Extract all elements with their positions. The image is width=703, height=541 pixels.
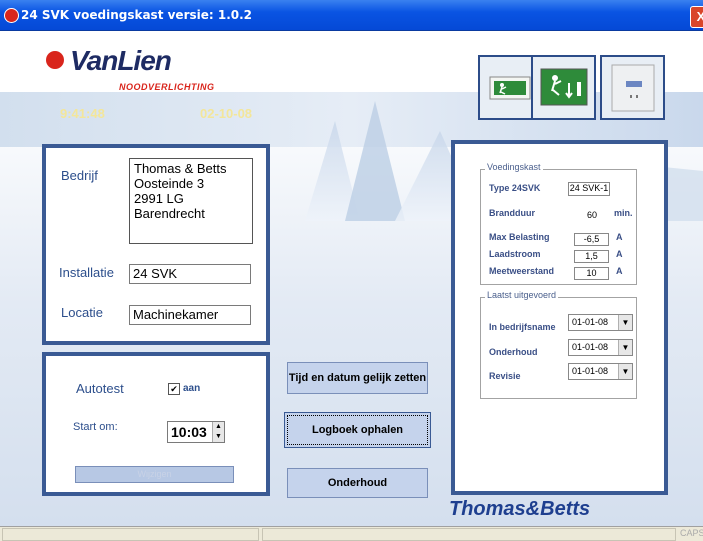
brandduur-unit: min. — [614, 208, 633, 218]
inbedrijf-dropdown[interactable]: 01-01-08 ▼ — [568, 314, 633, 331]
laadstroom-label: Laadstroom — [489, 249, 541, 259]
meetweerstand-value: 10 — [574, 267, 609, 280]
brandduur-label: Brandduur — [489, 208, 535, 218]
thomas-betts-logo: Thomas&Betts — [449, 498, 591, 520]
autotest-checkbox[interactable]: ✔ — [168, 383, 180, 395]
meetweerstand-unit: A — [616, 266, 623, 276]
chevron-down-icon[interactable]: ▼ — [618, 315, 632, 330]
address-field[interactable]: Thomas & Betts Oosteinde 3 2991 LG Baren… — [129, 158, 253, 244]
caps-indicator: CAPS — [680, 528, 703, 538]
start-time-spinner[interactable]: 10:03 ▲ ▼ — [167, 421, 225, 443]
start-label: Start om: — [73, 421, 118, 433]
logo-mark-icon — [46, 51, 64, 69]
onderhoud-dropdown[interactable]: 01-01-08 ▼ — [568, 339, 633, 356]
clock-time: 9:41:48 — [60, 106, 105, 121]
revisie-dropdown[interactable]: 01-01-08 ▼ — [568, 363, 633, 380]
voedingskast-group: Voedingskast Type 24SVK 24 SVK-1 Branddu… — [480, 162, 637, 285]
company-panel: Bedrijf Thomas & Betts Oosteinde 3 2991 … — [42, 144, 270, 345]
type-value[interactable]: 24 SVK-1 — [568, 182, 610, 196]
address-line: Oosteinde 3 — [134, 176, 205, 191]
status-pane — [2, 528, 259, 541]
revisie-value: 01-01-08 — [572, 366, 609, 376]
locatie-field[interactable]: Machinekamer — [129, 305, 251, 325]
title-bar: 24 SVK voedingskast versie: 1.0.2 X — [0, 0, 703, 31]
brand-name: VanLien — [70, 45, 172, 76]
device-panel: Voedingskast Type 24SVK 24 SVK-1 Branddu… — [451, 140, 668, 495]
app-canvas: VanLien NOODVERLICHTING 9:41:48 02-10-08 — [0, 31, 703, 526]
start-time-value: 10:03 — [171, 424, 207, 440]
chevron-down-icon[interactable]: ▼ — [618, 340, 632, 355]
installatie-label: Installatie — [59, 265, 114, 280]
laadstroom-value: 1,5 — [574, 250, 609, 263]
brandduur-value: 60 — [587, 210, 598, 220]
bedrijf-label: Bedrijf — [61, 168, 98, 183]
power-cabinet-icon[interactable] — [600, 55, 665, 120]
installatie-field[interactable]: 24 SVK — [129, 264, 251, 284]
maintenance-button[interactable]: Onderhoud — [287, 468, 428, 498]
brand-subtitle: NOODVERLICHTING — [119, 82, 215, 92]
max-belasting-label: Max Belasting — [489, 232, 550, 242]
meetweerstand-label: Meetweerstand — [489, 266, 555, 276]
spin-down-icon[interactable]: ▼ — [212, 432, 224, 442]
max-belasting-unit: A — [616, 232, 623, 242]
revisie-label: Revisie — [489, 371, 521, 381]
address-line: 2991 LG — [134, 191, 184, 206]
app-icon — [4, 8, 19, 23]
spin-up-icon[interactable]: ▲ — [212, 422, 224, 432]
status-pane — [262, 528, 676, 541]
close-button[interactable]: X — [690, 6, 703, 28]
exit-sign-arrow-icon[interactable] — [531, 55, 596, 120]
window-title: 24 SVK voedingskast versie: 1.0.2 — [21, 8, 253, 22]
autotest-label: Autotest — [76, 381, 124, 396]
wijzigen-button[interactable]: Wijzigen — [75, 466, 234, 483]
inbedrijf-value: 01-01-08 — [572, 317, 609, 327]
address-line: Thomas & Betts — [134, 161, 227, 176]
autotest-panel: Autotest ✔ aan Start om: 10:03 ▲ ▼ Wijzi… — [42, 352, 270, 496]
max-belasting-value: -6,5 — [574, 233, 609, 246]
type-label: Type 24SVK — [489, 183, 541, 193]
clock-date: 02-10-08 — [200, 106, 253, 121]
laatst-title: Laatst uitgevoerd — [485, 290, 559, 300]
sync-time-button[interactable]: Tijd en datum gelijk zetten — [287, 362, 428, 394]
inbedrijf-label: In bedrijfsname — [489, 322, 556, 332]
chevron-down-icon[interactable]: ▼ — [618, 364, 632, 379]
autotest-checkbox-label: aan — [183, 383, 201, 394]
laadstroom-unit: A — [616, 249, 623, 259]
onderhoud-label: Onderhoud — [489, 347, 538, 357]
address-line: Barendrecht — [134, 206, 205, 221]
locatie-label: Locatie — [61, 305, 103, 320]
laatst-group: Laatst uitgevoerd In bedrijfsname 01-01-… — [480, 290, 637, 399]
logbook-button[interactable]: Logboek ophalen — [287, 415, 428, 445]
voedingskast-title: Voedingskast — [485, 162, 543, 172]
onderhoud-value: 01-01-08 — [572, 342, 609, 352]
status-bar: CAPS — [0, 526, 703, 541]
